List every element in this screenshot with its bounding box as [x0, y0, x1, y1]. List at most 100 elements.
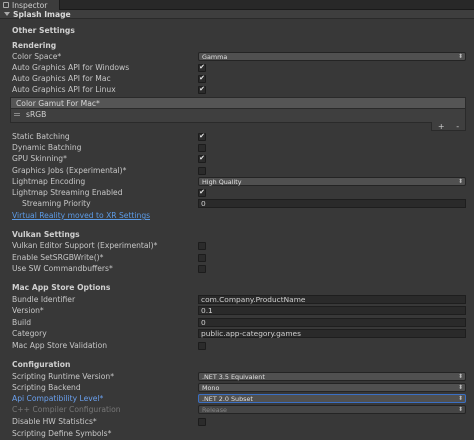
dropdown-arrow-icon: ⬍	[457, 395, 463, 402]
gpu-skinning-row: GPU Skinning* ✔	[12, 153, 466, 164]
graphics-jobs-checkbox[interactable]: ✔	[198, 166, 206, 175]
cpp-config-dropdown: Release ⬍	[198, 405, 466, 414]
vulkan-header: Vulkan Settings	[12, 229, 466, 240]
foldout-arrow-icon	[4, 12, 10, 16]
api-compat-dropdown[interactable]: .NET 2.0 Subset ⬍	[198, 394, 466, 403]
mac-store-header: Mac App Store Options	[12, 282, 466, 293]
streaming-priority-input[interactable]: 0	[198, 199, 466, 208]
auto-api-linux-row: Auto Graphics API for Linux ✔	[12, 84, 466, 95]
vulkan-title: Vulkan Settings	[12, 230, 80, 239]
auto-api-windows-checkbox[interactable]: ✔	[198, 63, 206, 72]
remove-gamut-button[interactable]: -	[456, 122, 459, 131]
splash-image-foldout[interactable]: Splash Image	[0, 10, 474, 19]
define-symbols-row: Scripting Define Symbols*	[12, 428, 466, 439]
streaming-priority-label: Streaming Priority	[22, 199, 91, 208]
vr-settings-link[interactable]: Virtual Reality moved to XR Settings	[12, 211, 150, 220]
dropdown-arrow-icon: ⬍	[457, 406, 463, 413]
vulkan-editor-support-label: Vulkan Editor Support (Experimental)*	[12, 241, 158, 250]
cpp-config-row: C++ Compiler Configuration Release ⬍	[12, 404, 466, 415]
set-srgb-write-row: Enable SetSRGBWrite()* ✔	[12, 252, 466, 263]
dynamic-batching-checkbox[interactable]: ✔	[198, 143, 206, 152]
other-settings-title: Other Settings	[12, 26, 75, 35]
cpp-config-label: C++ Compiler Configuration	[12, 405, 121, 414]
dropdown-arrow-icon: ⬍	[457, 53, 463, 60]
gpu-skinning-checkbox[interactable]: ✔	[198, 154, 206, 163]
version-input[interactable]: 0.1	[198, 306, 466, 315]
gamut-item-label: sRGB	[26, 110, 47, 119]
auto-api-mac-row: Auto Graphics API for Mac ✔	[12, 73, 466, 84]
store-validation-label: Mac App Store Validation	[12, 341, 108, 350]
category-label: Category	[12, 329, 47, 338]
scripting-backend-label: Scripting Backend	[12, 383, 81, 392]
inspector-icon	[3, 2, 9, 8]
rendering-header: Rendering	[12, 40, 466, 51]
bundle-identifier-label: Bundle Identifier	[12, 295, 76, 304]
auto-api-linux-checkbox[interactable]: ✔	[198, 85, 206, 94]
set-srgb-write-checkbox[interactable]: ✔	[198, 253, 206, 262]
color-space-row: Color Space* Gamma ⬍	[12, 51, 466, 62]
bundle-identifier-row: Bundle Identifier com.Company.ProductNam…	[12, 294, 466, 305]
hw-statistics-row: Disable HW Statistics* ✔	[12, 416, 466, 427]
build-row: Build 0	[12, 317, 466, 328]
runtime-version-label: Scripting Runtime Version*	[12, 372, 115, 381]
hw-statistics-label: Disable HW Statistics*	[12, 417, 97, 426]
drag-handle-icon[interactable]	[14, 113, 20, 116]
build-input[interactable]: 0	[198, 318, 466, 327]
dropdown-arrow-icon: ⬍	[457, 178, 463, 185]
lightmap-streaming-checkbox[interactable]: ✔	[198, 188, 206, 197]
build-label: Build	[12, 318, 32, 327]
category-input[interactable]: public.app-category.games	[198, 329, 466, 338]
vulkan-editor-support-checkbox[interactable]: ✔	[198, 241, 206, 250]
inspector-tab-bar: Inspector	[0, 0, 474, 10]
color-space-dropdown[interactable]: Gamma ⬍	[198, 52, 466, 61]
static-batching-label: Static Batching	[12, 132, 70, 141]
dropdown-arrow-icon: ⬍	[457, 384, 463, 391]
sw-commandbuffers-checkbox[interactable]: ✔	[198, 264, 206, 273]
tab-inspector[interactable]: Inspector	[0, 0, 60, 10]
set-srgb-write-label: Enable SetSRGBWrite()*	[12, 253, 104, 262]
runtime-version-value: .NET 3.5 Equivalent	[202, 372, 265, 381]
auto-api-windows-row: Auto Graphics API for Windows ✔	[12, 62, 466, 73]
auto-api-mac-label: Auto Graphics API for Mac	[12, 74, 111, 83]
version-row: Version* 0.1	[12, 305, 466, 316]
api-compat-label: Api Compatibility Level*	[12, 394, 104, 403]
list-item[interactable]: sRGB	[11, 109, 465, 120]
static-batching-checkbox[interactable]: ✔	[198, 132, 206, 141]
configuration-title: Configuration	[12, 360, 71, 369]
runtime-version-row: Scripting Runtime Version* .NET 3.5 Equi…	[12, 371, 466, 382]
lightmap-encoding-value: High Quality	[202, 177, 242, 186]
runtime-version-dropdown[interactable]: .NET 3.5 Equivalent ⬍	[198, 372, 466, 381]
lightmap-streaming-row: Lightmap Streaming Enabled ✔	[12, 187, 466, 198]
other-settings-header[interactable]: Other Settings	[12, 25, 466, 36]
store-validation-checkbox[interactable]: ✔	[198, 341, 206, 350]
vulkan-editor-support-row: Vulkan Editor Support (Experimental)* ✔	[12, 240, 466, 251]
cpp-config-value: Release	[202, 405, 227, 414]
lightmap-encoding-label: Lightmap Encoding	[12, 177, 86, 186]
sw-commandbuffers-label: Use SW Commandbuffers*	[12, 264, 113, 273]
scripting-backend-dropdown[interactable]: Mono ⬍	[198, 383, 466, 392]
graphics-jobs-label: Graphics Jobs (Experimental)*	[12, 166, 127, 175]
color-gamut-list-title: Color Gamut For Mac*	[16, 98, 100, 108]
add-gamut-button[interactable]: +	[438, 122, 445, 131]
dynamic-batching-row: Dynamic Batching ✔	[12, 142, 466, 153]
color-space-label: Color Space*	[12, 52, 62, 61]
scripting-backend-value: Mono	[202, 383, 220, 392]
sw-commandbuffers-row: Use SW Commandbuffers* ✔	[12, 263, 466, 274]
bundle-identifier-input[interactable]: com.Company.ProductName	[198, 295, 466, 304]
hw-statistics-checkbox[interactable]: ✔	[198, 417, 206, 426]
lightmap-encoding-dropdown[interactable]: High Quality ⬍	[198, 177, 466, 186]
list-footer: + -	[431, 122, 466, 131]
lightmap-encoding-row: Lightmap Encoding High Quality ⬍	[12, 176, 466, 187]
configuration-header: Configuration	[12, 359, 466, 370]
color-space-value: Gamma	[202, 52, 228, 61]
store-validation-row: Mac App Store Validation ✔	[12, 340, 466, 351]
color-gamut-list-header[interactable]: Color Gamut For Mac*	[11, 98, 465, 109]
gpu-skinning-label: GPU Skinning*	[12, 154, 67, 163]
dropdown-arrow-icon: ⬍	[457, 373, 463, 380]
streaming-priority-row: Streaming Priority 0	[12, 198, 466, 209]
define-symbols-label: Scripting Define Symbols*	[12, 429, 112, 438]
graphics-jobs-row: Graphics Jobs (Experimental)* ✔	[12, 165, 466, 176]
auto-api-mac-checkbox[interactable]: ✔	[198, 74, 206, 83]
color-gamut-list: Color Gamut For Mac* sRGB	[10, 97, 466, 123]
splash-image-title: Splash Image	[13, 9, 71, 19]
